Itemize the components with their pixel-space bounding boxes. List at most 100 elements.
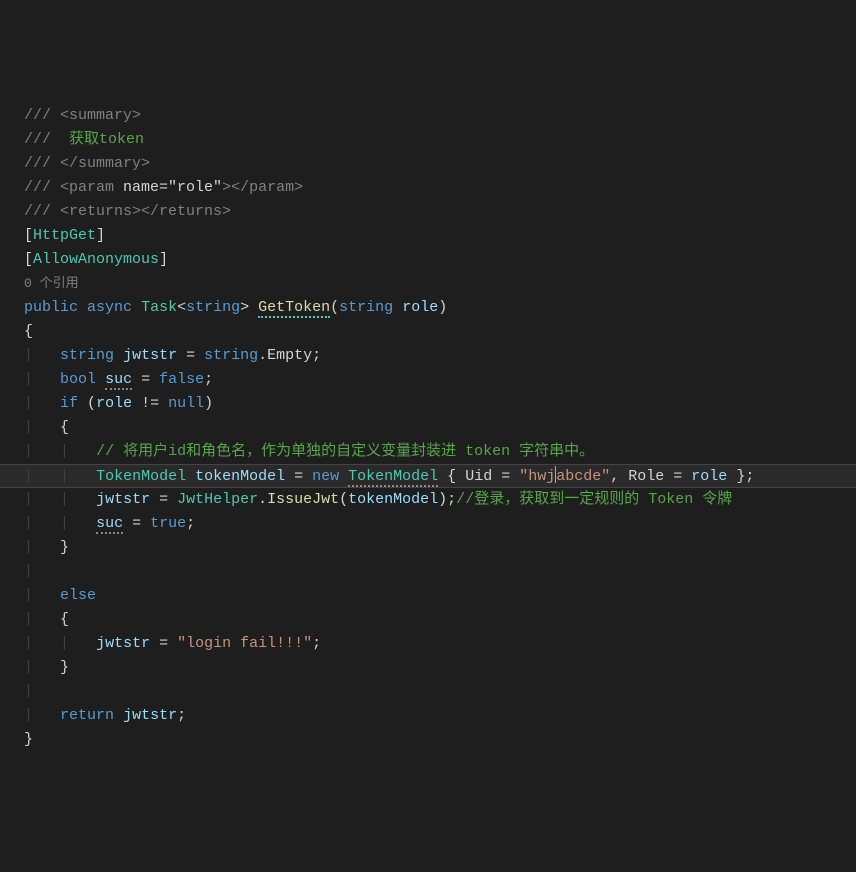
angle-bracket: > — [240, 299, 258, 316]
local-var: suc — [96, 515, 123, 534]
local-var: jwtstr — [123, 707, 177, 724]
xmldoc-text: 获取token — [69, 131, 144, 148]
property: Role — [628, 468, 664, 485]
dot: . — [258, 491, 267, 508]
xmldoc-slashes: /// — [24, 155, 60, 172]
code-line: | return jwtstr; — [24, 704, 856, 728]
comma: , — [610, 468, 628, 485]
code-line: | bool suc = false; — [24, 368, 856, 392]
angle-bracket: < — [177, 299, 186, 316]
operator: = — [492, 468, 519, 485]
brace: { — [24, 323, 33, 340]
semicolon: ; — [312, 347, 321, 364]
string-literal: "login fail!!!" — [177, 635, 312, 652]
xmldoc-tag: <param — [60, 179, 123, 196]
keyword: public — [24, 299, 78, 316]
comment: // 将用户id和角色名，作为单独的自定义变量封装进 token 字符串中。 — [96, 443, 594, 460]
local-var: tokenModel — [195, 468, 285, 485]
xmldoc-attr: name="role" — [123, 179, 222, 196]
keyword: string — [186, 299, 240, 316]
type: JwtHelper — [177, 491, 258, 508]
brace: { — [60, 419, 69, 436]
keyword: string — [339, 299, 393, 316]
brace: }; — [727, 468, 754, 485]
string-literal: abcde" — [556, 468, 610, 485]
operator: = — [177, 347, 204, 364]
operator: = — [132, 371, 159, 388]
code-line: | } — [24, 536, 856, 560]
code-line: /// 获取token — [24, 128, 856, 152]
keyword: else — [60, 587, 96, 604]
bracket: [ — [24, 227, 33, 244]
string-literal: "hwj — [519, 468, 555, 485]
code-line: [HttpGet] — [24, 224, 856, 248]
code-editor[interactable]: /// <summary>/// 获取token/// </summary>//… — [24, 104, 856, 752]
code-line: [AllowAnonymous] — [24, 248, 856, 272]
code-line: /// <summary> — [24, 104, 856, 128]
code-line: /// <param name="role"></param> — [24, 176, 856, 200]
attribute: AllowAnonymous — [33, 251, 159, 268]
type: TokenModel — [348, 468, 438, 487]
paren: ( — [330, 299, 339, 316]
keyword: string — [204, 347, 258, 364]
brace: { — [60, 611, 69, 628]
local-var: jwtstr — [123, 347, 177, 364]
keyword: if — [60, 395, 78, 412]
type: TokenModel — [96, 468, 186, 485]
semicolon: ; — [204, 371, 213, 388]
code-line: | | // 将用户id和角色名，作为单独的自定义变量封装进 token 字符串… — [24, 440, 856, 464]
parameter: role — [402, 299, 438, 316]
keyword: async — [87, 299, 132, 316]
semicolon: ; — [312, 635, 321, 652]
paren: ( — [339, 491, 348, 508]
operator: = — [123, 515, 150, 532]
brace: } — [60, 659, 69, 676]
keyword: null — [168, 395, 204, 412]
code-line: | string jwtstr = string.Empty; — [24, 344, 856, 368]
code-line: | } — [24, 656, 856, 680]
keyword: bool — [60, 371, 96, 388]
code-line: | | suc = true; — [24, 512, 856, 536]
local-var: suc — [105, 371, 132, 390]
code-line: public async Task<string> GetToken(strin… — [24, 296, 856, 320]
bracket: ] — [159, 251, 168, 268]
local-var: jwtstr — [96, 635, 150, 652]
code-line: { — [24, 320, 856, 344]
brace: { — [438, 468, 465, 485]
xmldoc-tag: </returns> — [141, 203, 231, 220]
dot: . — [258, 347, 267, 364]
code-line: | | jwtstr = JwtHelper.IssueJwt(tokenMod… — [24, 488, 856, 512]
method-call: IssueJwt — [267, 491, 339, 508]
xmldoc-slashes: /// — [24, 131, 69, 148]
operator: = — [150, 635, 177, 652]
paren: ) — [204, 395, 213, 412]
paren: ( — [78, 395, 96, 412]
xmldoc-tag: <returns> — [60, 203, 141, 220]
keyword: true — [150, 515, 186, 532]
operator: != — [132, 395, 168, 412]
code-line: | { — [24, 608, 856, 632]
brace: } — [24, 731, 33, 748]
xmldoc-slashes: /// — [24, 107, 60, 124]
member: Empty — [267, 347, 312, 364]
code-line-active: | | TokenModel tokenModel = new TokenMod… — [0, 464, 856, 488]
xmldoc-tag: <summary> — [60, 107, 141, 124]
code-line: | if (role != null) — [24, 392, 856, 416]
paren: ) — [438, 299, 447, 316]
semicolon: ; — [186, 515, 195, 532]
xmldoc-slashes: /// — [24, 203, 60, 220]
brace: } — [60, 539, 69, 556]
operator: = — [285, 468, 312, 485]
property: Uid — [465, 468, 492, 485]
keyword: return — [60, 707, 114, 724]
operator: = — [664, 468, 691, 485]
local-var: jwtstr — [96, 491, 150, 508]
code-line: | — [24, 680, 856, 704]
codelens-line[interactable]: 0 个引用 — [24, 272, 856, 296]
paren: ); — [438, 491, 456, 508]
xmldoc-slashes: /// — [24, 179, 60, 196]
keyword: string — [60, 347, 114, 364]
codelens-references[interactable]: 0 个引用 — [24, 276, 79, 291]
attribute: HttpGet — [33, 227, 96, 244]
code-line: | — [24, 560, 856, 584]
